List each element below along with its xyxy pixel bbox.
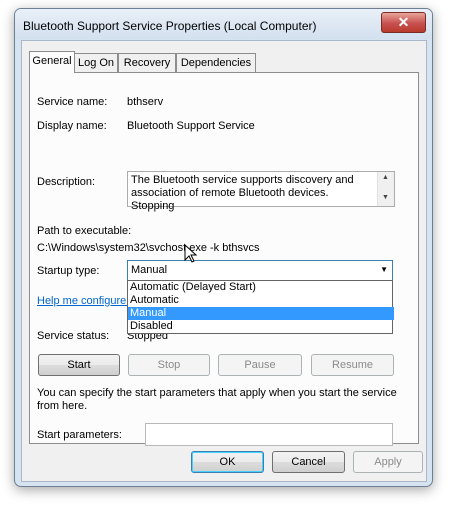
startup-type-label: Startup type: — [37, 265, 100, 277]
close-icon: ✕ — [397, 14, 410, 30]
startup-type-value: Manual — [131, 264, 168, 276]
stop-button[interactable]: Stop — [128, 354, 210, 376]
ok-button[interactable]: OK — [191, 451, 264, 473]
mouse-pointer-icon — [184, 244, 198, 263]
start-params-info: You can specify the start parameters tha… — [37, 387, 397, 412]
start-params-label: Start parameters: — [37, 429, 122, 441]
help-configure-link[interactable]: Help me configure s — [37, 295, 135, 307]
general-tab-panel: Service name: bthserv Display name: Blue… — [29, 72, 419, 446]
description-label: Description: — [37, 176, 96, 188]
option-automatic-delayed[interactable]: Automatic (Delayed Start) — [128, 281, 394, 294]
description-text: The Bluetooth service supports discovery… — [131, 174, 354, 212]
title-bar: Bluetooth Support Service Properties (Lo… — [15, 9, 432, 39]
description-scrollbar[interactable]: ▲ ▼ — [377, 172, 394, 206]
display-name-label: Display name: — [37, 120, 107, 132]
scroll-up-icon[interactable]: ▲ — [382, 174, 389, 181]
pause-button[interactable]: Pause — [218, 354, 302, 376]
service-name-label: Service name: — [37, 96, 108, 108]
chevron-down-icon[interactable]: ▼ — [380, 265, 388, 274]
startup-type-select[interactable]: Manual ▼ — [127, 260, 393, 281]
tab-log-on[interactable]: Log On — [74, 53, 118, 72]
dialog-client-area: General Log On Recovery Dependencies Ser… — [21, 40, 427, 482]
path-label: Path to executable: — [37, 225, 132, 237]
resume-button[interactable]: Resume — [311, 354, 394, 376]
close-button[interactable]: ✕ — [381, 12, 426, 33]
display-name-value: Bluetooth Support Service — [127, 120, 255, 132]
properties-dialog: Bluetooth Support Service Properties (Lo… — [14, 8, 433, 487]
start-params-input[interactable] — [145, 423, 393, 446]
option-automatic[interactable]: Automatic — [128, 294, 394, 307]
path-value: C:\Windows\system32\svchost.exe -k bthsv… — [37, 242, 260, 254]
start-button[interactable]: Start — [38, 354, 120, 376]
scroll-down-icon[interactable]: ▼ — [382, 194, 389, 201]
service-name-value: bthserv — [127, 96, 164, 108]
option-manual[interactable]: Manual — [128, 307, 394, 320]
tab-general[interactable]: General — [29, 51, 75, 73]
apply-button[interactable]: Apply — [353, 451, 423, 473]
description-box[interactable]: The Bluetooth service supports discovery… — [127, 171, 395, 212]
tab-dependencies[interactable]: Dependencies — [176, 53, 256, 72]
service-status-label: Service status: — [37, 330, 110, 342]
cancel-button[interactable]: Cancel — [272, 451, 345, 473]
option-disabled[interactable]: Disabled — [128, 320, 394, 333]
startup-type-dropdown: Automatic (Delayed Start) Automatic Manu… — [127, 280, 394, 334]
window-title: Bluetooth Support Service Properties (Lo… — [23, 19, 317, 33]
tab-recovery[interactable]: Recovery — [118, 53, 176, 72]
